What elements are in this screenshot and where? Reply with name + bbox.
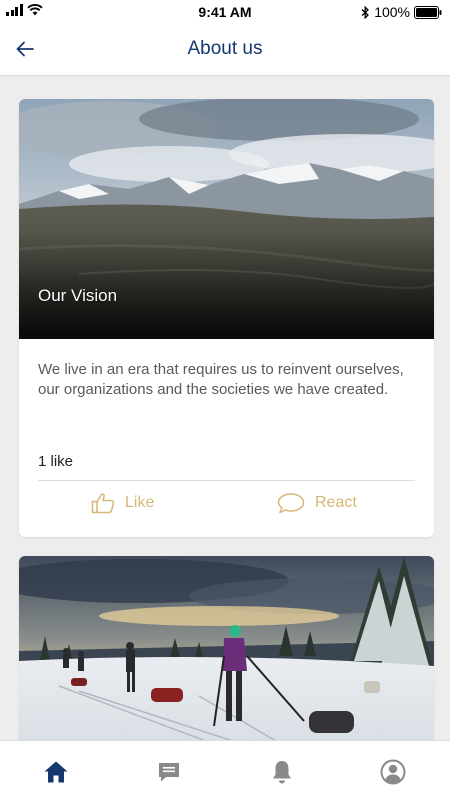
- like-count[interactable]: 1 like: [38, 453, 73, 470]
- like-button[interactable]: Like: [91, 492, 154, 514]
- tab-profile[interactable]: [378, 757, 408, 787]
- thumbs-up-icon: [91, 493, 115, 514]
- tab-notifications[interactable]: [267, 757, 297, 787]
- messages-icon: [159, 763, 179, 782]
- card-image-title: Our Vision: [38, 286, 118, 305]
- page-title: About us: [187, 38, 263, 59]
- card-description: We live in an era that requires us to re…: [38, 361, 404, 398]
- nav-bar: About us: [0, 24, 450, 76]
- ski-expedition-image: [19, 556, 434, 740]
- profile-icon: [380, 759, 406, 785]
- battery-percent: 100%: [374, 4, 410, 20]
- status-right: 100%: [361, 4, 442, 20]
- tab-messages[interactable]: [154, 757, 184, 787]
- react-label: React: [315, 494, 357, 511]
- tab-home[interactable]: [41, 757, 71, 787]
- vision-card[interactable]: Our Vision We live in an era that requir…: [19, 99, 434, 537]
- battery-icon: [414, 5, 442, 19]
- react-button[interactable]: React: [277, 492, 357, 514]
- status-bar: 9:41 AM 100%: [0, 0, 450, 24]
- feed[interactable]: Our Vision We live in an era that requir…: [0, 77, 450, 740]
- like-label: Like: [125, 494, 155, 511]
- bluetooth-icon: [361, 5, 370, 19]
- home-icon: [44, 761, 68, 783]
- tab-bar: [0, 740, 450, 800]
- card-divider: [38, 480, 415, 481]
- vision-image: Our Vision: [19, 99, 434, 339]
- ski-image: [19, 556, 434, 740]
- notifications-icon: [273, 761, 291, 784]
- second-card[interactable]: [19, 556, 434, 740]
- speech-bubble-icon: [277, 493, 305, 514]
